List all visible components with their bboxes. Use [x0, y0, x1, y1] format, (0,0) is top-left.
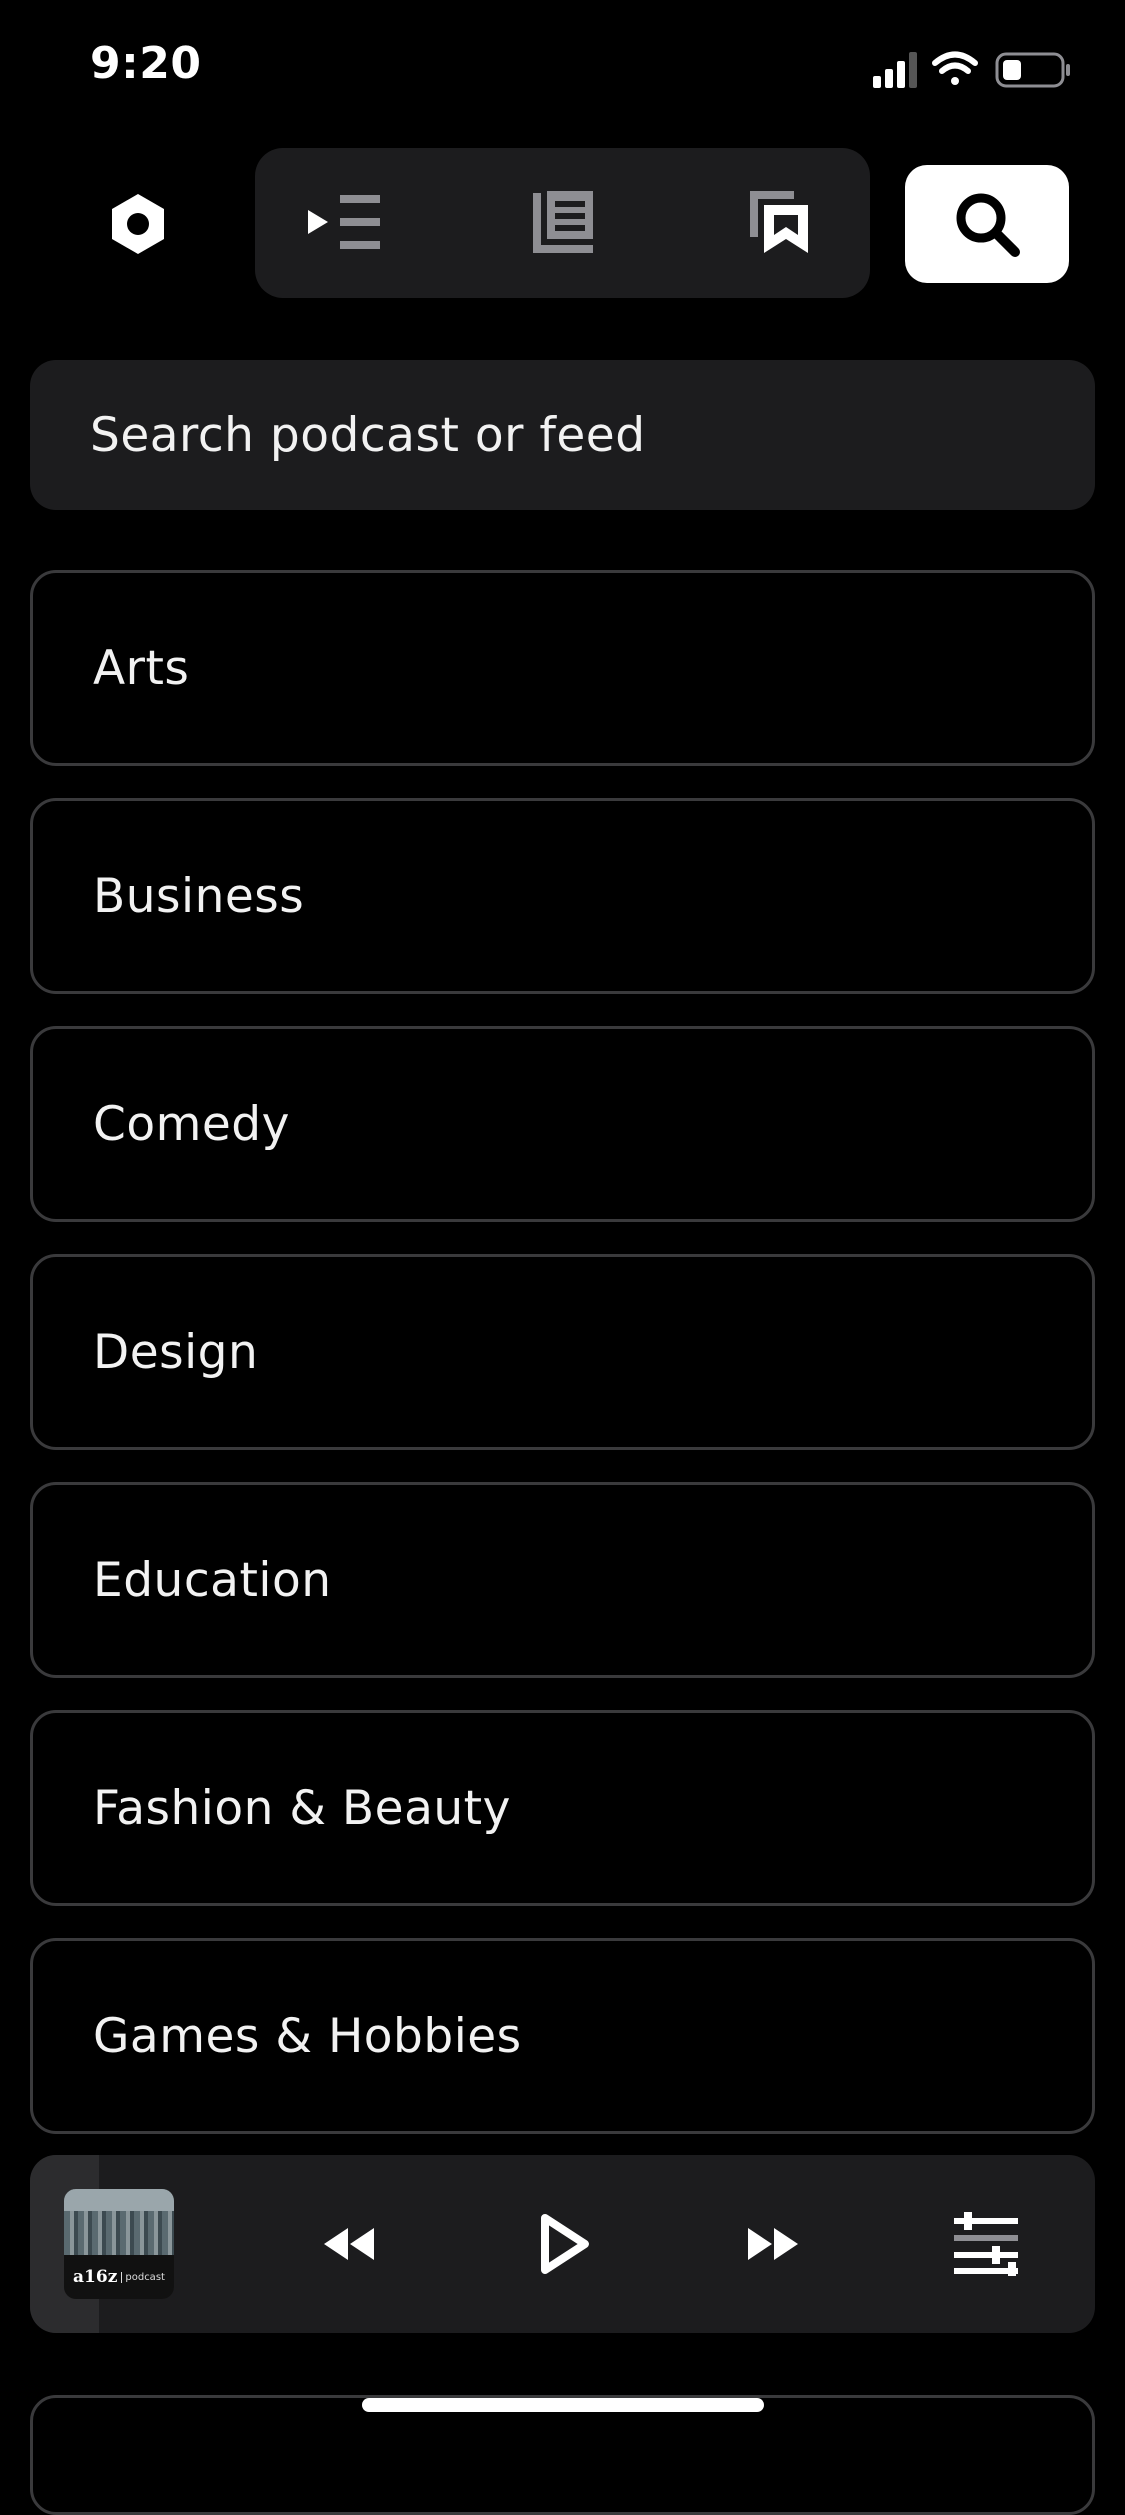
- queue-icon: [308, 195, 380, 249]
- artwork-brand: a16z: [73, 2267, 118, 2287]
- category-label: Business: [93, 868, 305, 924]
- top-toolbar: [0, 148, 1125, 300]
- cellular-signal-icon: [873, 52, 917, 88]
- category-label: Fashion & Beauty: [93, 1780, 511, 1836]
- search-tab-button[interactable]: [905, 165, 1069, 283]
- settings-button[interactable]: [92, 178, 184, 270]
- play-button[interactable]: [513, 2194, 613, 2294]
- battery-icon: [995, 52, 1070, 88]
- search-icon: [956, 193, 1020, 257]
- home-indicator: [362, 2398, 764, 2412]
- podcast-artwork[interactable]: a16z podcast: [64, 2189, 174, 2299]
- category-item[interactable]: Comedy: [30, 1026, 1095, 1222]
- category-label: Design: [93, 1324, 259, 1380]
- status-time: 9:20: [90, 38, 202, 89]
- play-icon: [541, 2214, 589, 2274]
- category-item[interactable]: Fashion & Beauty: [30, 1710, 1095, 1906]
- equalizer-icon: [954, 2212, 1018, 2276]
- category-item[interactable]: Arts: [30, 570, 1095, 766]
- status-bar: 9:20: [0, 0, 1125, 140]
- bookmarks-icon: [750, 191, 808, 253]
- category-item[interactable]: Games & Hobbies: [30, 1938, 1095, 2134]
- feed-list-tab[interactable]: [503, 173, 623, 273]
- status-icons: [873, 48, 1083, 92]
- category-label: Education: [93, 1552, 332, 1608]
- rewind-icon: [324, 2228, 374, 2260]
- equalizer-button[interactable]: [936, 2194, 1036, 2294]
- category-item-partial[interactable]: [30, 2395, 1095, 2515]
- category-item[interactable]: Business: [30, 798, 1095, 994]
- rewind-button[interactable]: [298, 2194, 398, 2294]
- feed-list-icon: [533, 191, 593, 253]
- wifi-icon: [932, 51, 978, 85]
- fast-forward-icon: [748, 2228, 798, 2260]
- queue-tab[interactable]: [285, 173, 405, 273]
- category-label: Arts: [93, 640, 190, 696]
- settings-hexagon-icon: [112, 194, 164, 254]
- view-switcher: [255, 148, 870, 298]
- category-item[interactable]: Education: [30, 1482, 1095, 1678]
- category-label: Games & Hobbies: [93, 2008, 522, 2064]
- category-item[interactable]: Design: [30, 1254, 1095, 1450]
- artwork-subtitle: podcast: [121, 2271, 165, 2283]
- category-label: Comedy: [93, 1096, 290, 1152]
- fast-forward-button[interactable]: [724, 2194, 824, 2294]
- search-placeholder: Search podcast or feed: [90, 407, 646, 463]
- mini-player[interactable]: a16z podcast: [30, 2155, 1095, 2333]
- bookmarks-tab[interactable]: [720, 173, 840, 273]
- search-input[interactable]: Search podcast or feed: [30, 360, 1095, 510]
